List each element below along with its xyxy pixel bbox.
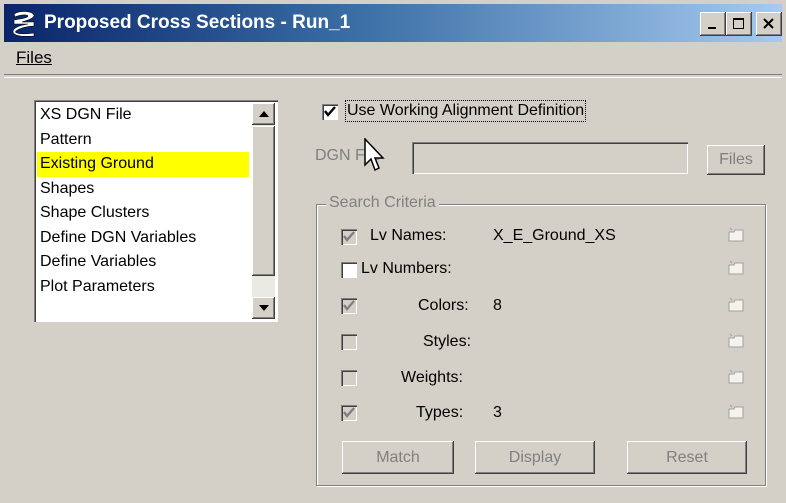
menu-divider [4,74,782,78]
colors-checkbox[interactable] [341,298,357,314]
menu-files[interactable]: Files [16,48,52,68]
list-item[interactable]: XS DGN File [37,103,249,128]
scroll-down-button[interactable] [252,297,275,319]
list-item[interactable]: Define Variables [37,250,249,275]
lv-names-label: Lv Names: [370,227,447,244]
scroll-up-button[interactable] [252,103,275,125]
lv-names-value: X_E_Ground_XS [493,227,616,244]
folder-icon[interactable] [727,403,745,421]
category-list: XS DGN File Pattern Existing Ground Shapes S… [37,103,249,299]
menu-bar: Files [4,44,782,74]
close-icon [763,18,774,29]
types-value: 3 [493,404,502,421]
list-item[interactable]: Plot Parameters [37,275,249,300]
folder-icon[interactable] [727,259,745,277]
proposed-cross-sections-window: Proposed Cross Sections - Run_1 Files XS… [0,0,786,503]
maximize-icon [733,18,744,29]
checkmark-icon [324,106,336,117]
folder-icon[interactable] [727,332,745,350]
match-button[interactable]: Match [342,441,454,474]
lv-numbers-checkbox[interactable] [341,262,357,278]
checkmark-icon [343,407,355,418]
dgn-files-button[interactable]: Files [707,145,765,175]
use-working-alignment-checkbox[interactable] [322,104,338,120]
mouse-cursor-icon [364,138,385,172]
types-label: Types: [416,404,464,421]
arrow-down-icon [258,305,269,311]
list-item[interactable]: Existing Ground [37,152,249,177]
display-button[interactable]: Display [475,441,595,474]
weights-checkbox[interactable] [341,370,357,386]
scroll-thumb[interactable] [252,126,275,276]
window-title: Proposed Cross Sections - Run_1 [44,12,351,33]
folder-icon[interactable] [727,226,745,244]
weights-label: Weights: [401,369,463,386]
lv-names-checkbox[interactable] [341,229,357,245]
close-button[interactable] [756,12,782,36]
folder-icon[interactable] [727,368,745,386]
reset-button[interactable]: Reset [627,441,747,474]
list-item[interactable]: Shapes [37,177,249,202]
colors-value: 8 [493,297,502,314]
arrow-up-icon [258,111,269,117]
list-item[interactable]: Define DGN Variables [37,226,249,251]
styles-label: Styles: [423,333,472,350]
checkmark-icon [343,231,355,242]
app-logo-icon [12,11,35,37]
title-bar[interactable]: Proposed Cross Sections - Run_1 [4,4,782,42]
folder-icon[interactable] [727,296,745,314]
maximize-button[interactable] [726,12,752,36]
styles-checkbox[interactable] [341,334,357,350]
use-working-alignment-label[interactable]: Use Working Alignment Definition [344,100,587,122]
minimize-button[interactable] [700,12,726,36]
list-item[interactable]: Shape Clusters [37,201,249,226]
search-criteria-title: Search Criteria [326,194,439,212]
dgn-file-input[interactable] [412,142,688,174]
category-listbox[interactable]: XS DGN File Pattern Existing Ground Shapes S… [34,100,278,322]
checkmark-icon [343,300,355,311]
list-item[interactable]: Pattern [37,128,249,153]
minimize-icon [708,27,716,29]
colors-label: Colors: [418,297,469,314]
lv-numbers-label: Lv Numbers: [361,260,452,277]
types-checkbox[interactable] [341,405,357,421]
list-scrollbar[interactable] [252,103,275,319]
